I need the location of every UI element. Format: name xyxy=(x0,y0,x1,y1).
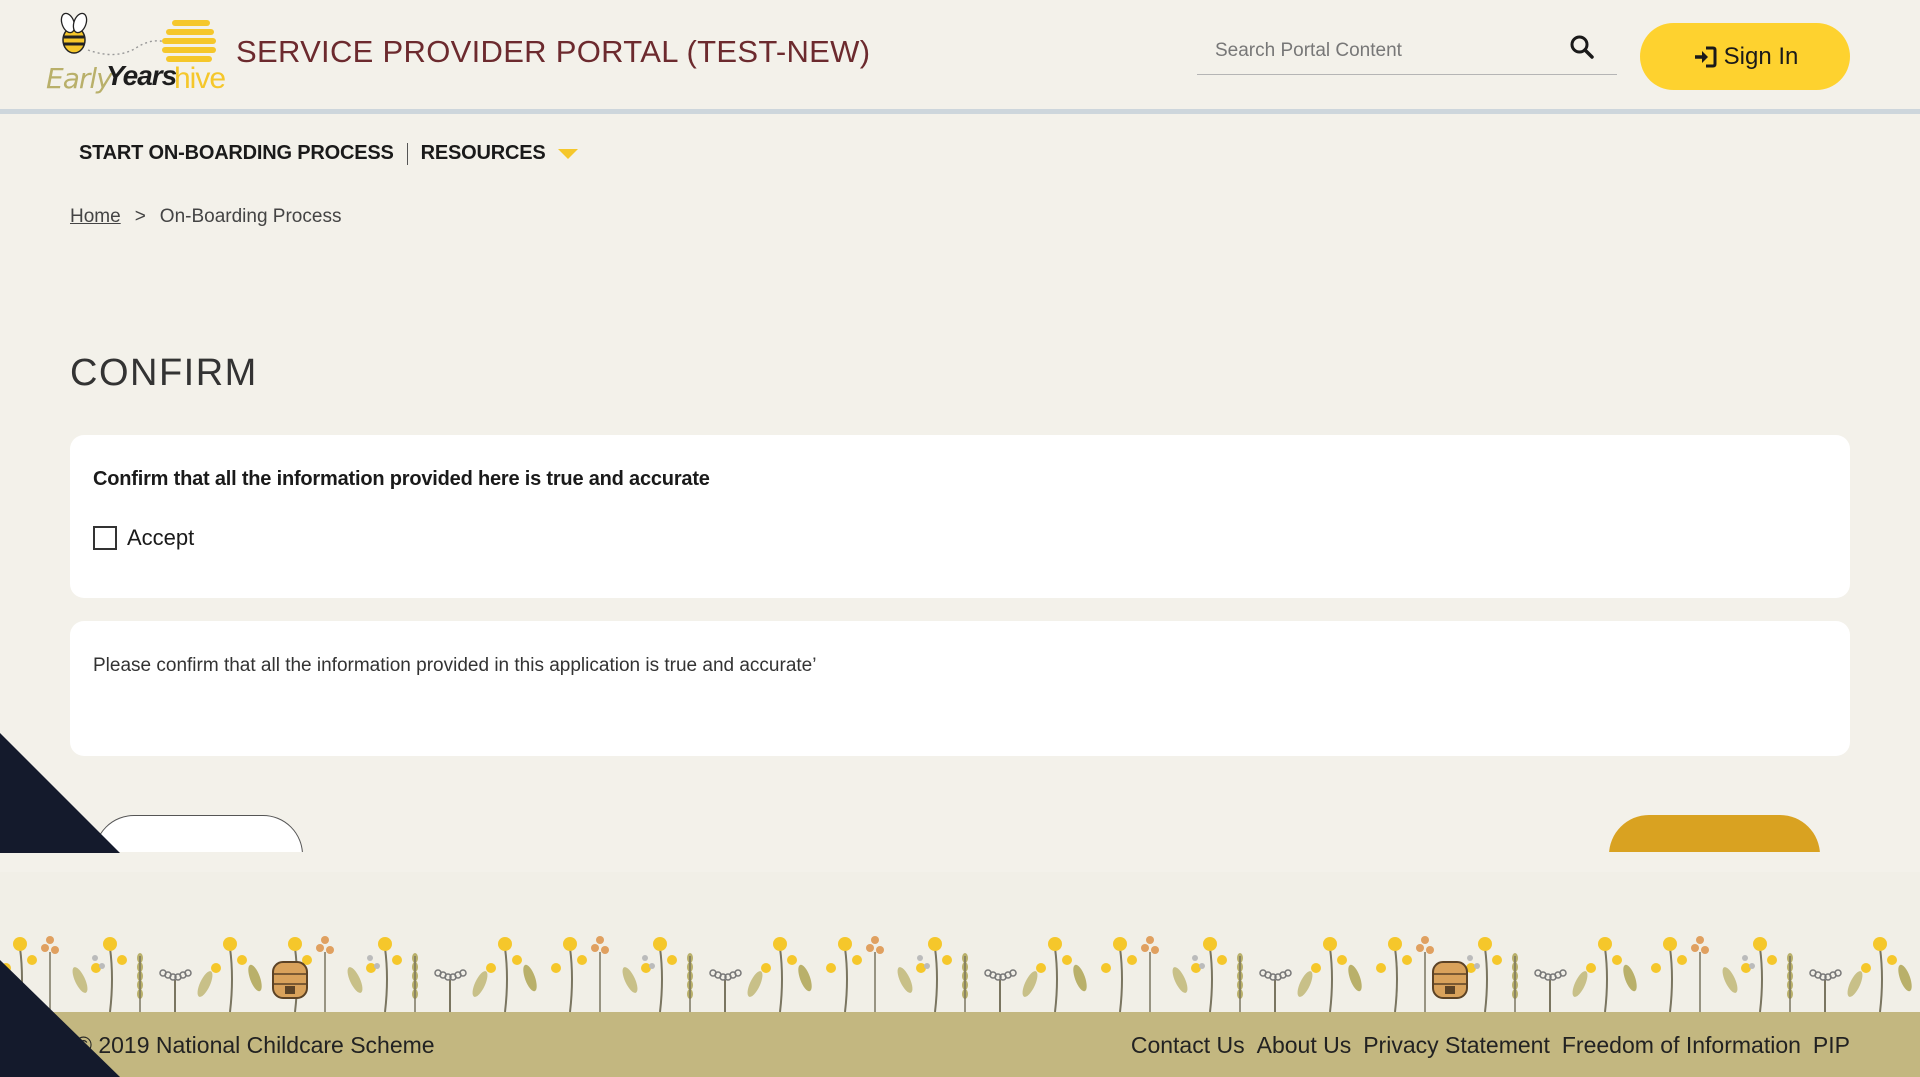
footer-link-foi[interactable]: Freedom of Information xyxy=(1562,1032,1801,1059)
site-header: Early Years hive SERVICE PROVIDER PORTAL… xyxy=(0,0,1920,114)
footer-link-pip[interactable]: PIP xyxy=(1813,1032,1850,1059)
logo-word-early: Early xyxy=(46,62,113,95)
nav-item-onboarding[interactable]: START ON-BOARDING PROCESS xyxy=(79,142,394,165)
info-card: Please confirm that all the information … xyxy=(70,621,1850,756)
search-box xyxy=(1197,28,1617,75)
page-title: CONFIRM xyxy=(70,352,258,394)
footer-link-about[interactable]: About Us xyxy=(1257,1032,1352,1059)
early-years-hive-logo[interactable]: Early Years hive xyxy=(46,10,236,102)
main-nav: START ON-BOARDING PROCESS RESOURCES xyxy=(79,142,578,165)
logo-word-years: Years xyxy=(106,60,177,91)
footer-link-privacy[interactable]: Privacy Statement xyxy=(1363,1032,1550,1059)
form-actions: Previous Submit xyxy=(0,800,1920,852)
previous-button[interactable]: Previous xyxy=(94,815,303,852)
flower-border-illustration xyxy=(1,936,1912,1012)
breadcrumb-home-link[interactable]: Home xyxy=(70,206,121,228)
accept-label[interactable]: Accept xyxy=(127,525,194,551)
info-text: Please confirm that all the information … xyxy=(93,655,817,676)
breadcrumb-separator: > xyxy=(134,206,146,227)
breadcrumb-current: On-Boarding Process xyxy=(159,206,342,227)
footer-link-contact[interactable]: Contact Us xyxy=(1131,1032,1245,1059)
confirm-card: Confirm that all the information provide… xyxy=(70,435,1850,598)
sign-in-button[interactable]: Sign In xyxy=(1640,23,1850,90)
breadcrumb: Home > On-Boarding Process xyxy=(70,206,341,228)
submit-button[interactable]: Submit xyxy=(1609,815,1820,852)
nav-divider xyxy=(406,142,408,165)
nav-item-resources[interactable]: RESOURCES xyxy=(421,142,546,165)
search-icon[interactable] xyxy=(1569,34,1599,64)
sign-in-label: Sign In xyxy=(1723,42,1799,70)
search-input[interactable] xyxy=(1197,28,1567,74)
caret-down-icon[interactable] xyxy=(557,148,578,159)
accept-checkbox[interactable] xyxy=(93,526,117,550)
accept-row[interactable]: Accept xyxy=(93,525,194,551)
confirm-question: Confirm that all the information provide… xyxy=(93,468,710,490)
copyright-text: © 2019 National Childcare Scheme xyxy=(75,1032,435,1058)
portal-title: SERVICE PROVIDER PORTAL (TEST-NEW) xyxy=(236,34,871,69)
logo-word-hive: hive xyxy=(174,62,226,95)
footer-links: Contact Us About Us Privacy Statement Fr… xyxy=(1131,1032,1850,1059)
sign-in-icon xyxy=(1694,46,1717,67)
